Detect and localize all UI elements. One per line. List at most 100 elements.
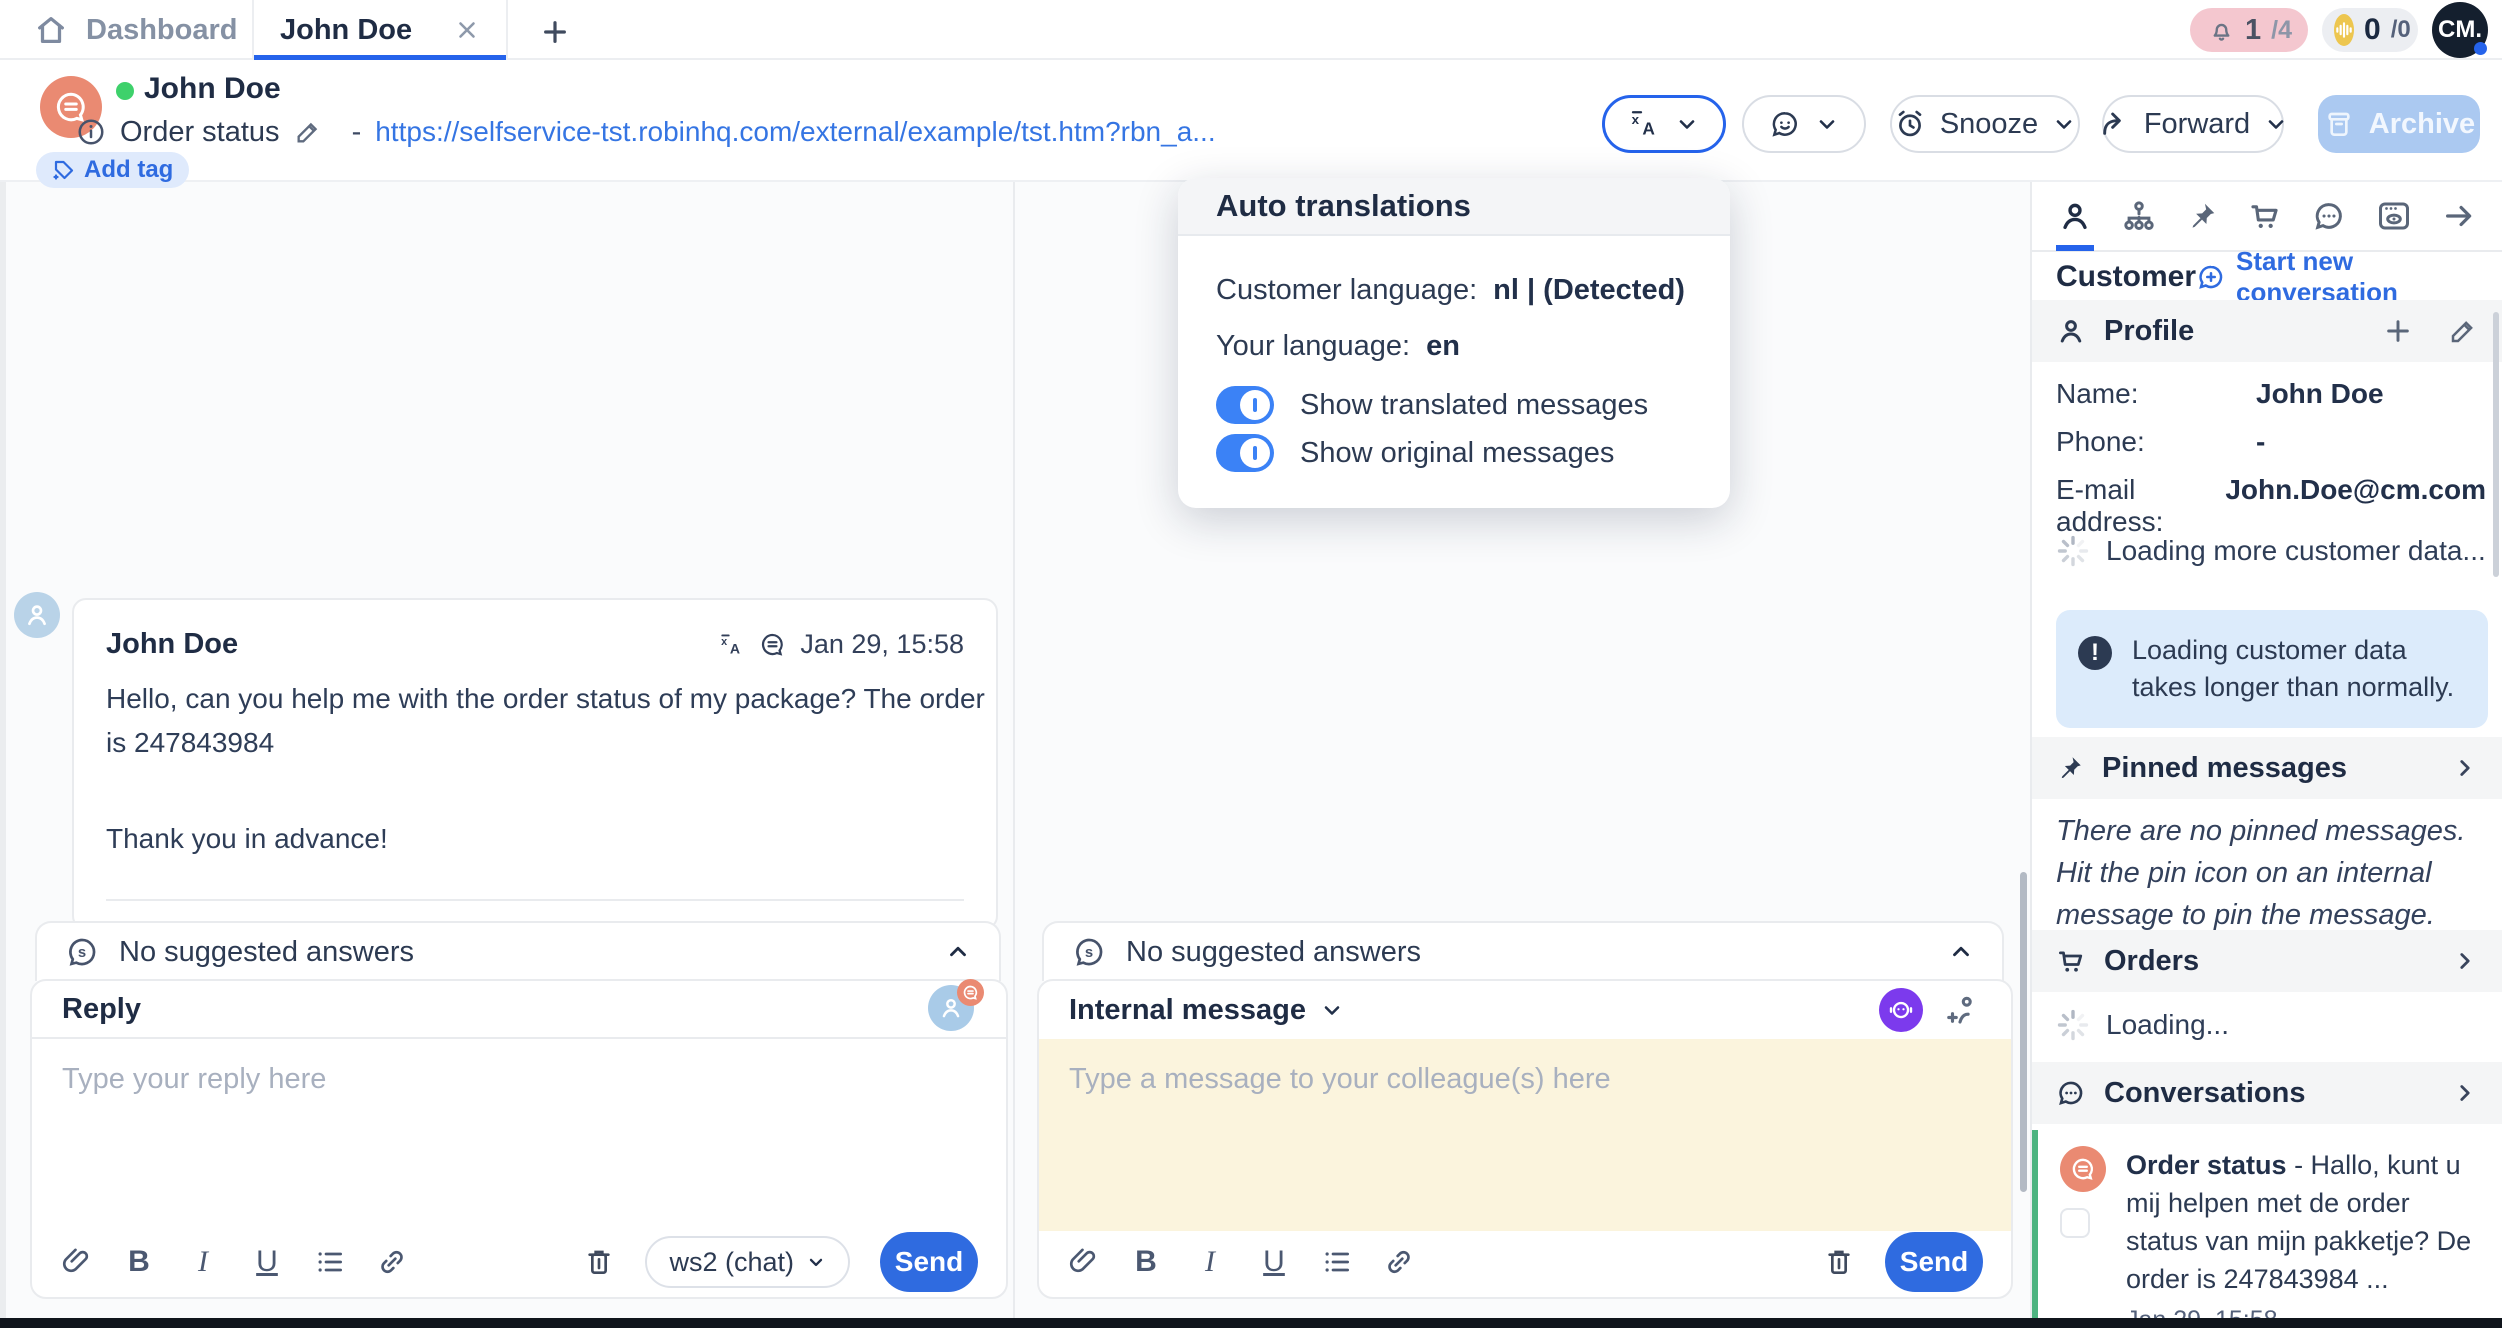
show-translated-toggle-row: Show translated messages <box>1216 386 1648 424</box>
italic-icon[interactable]: I <box>186 1245 220 1279</box>
profile-field-row: Name: John Doe <box>2056 378 2486 410</box>
suggested-answers-label: No suggested answers <box>119 936 414 969</box>
home-icon <box>34 13 68 47</box>
underline-icon[interactable]: U <box>1257 1245 1291 1279</box>
edit-pencil-icon[interactable] <box>294 118 322 146</box>
add-tag-button[interactable]: Add tag <box>36 152 189 188</box>
italic-icon[interactable]: I <box>1193 1245 1227 1279</box>
suggestions-icon: s <box>1072 935 1106 969</box>
tab-customer-profile[interactable] <box>2056 182 2094 251</box>
conversation-timestamp: Jan 29, 15:58 <box>2126 1306 2486 1318</box>
conversation-item-avatar <box>2060 1146 2106 1192</box>
new-tab-button[interactable] <box>535 12 575 52</box>
reply-panel: Reply B I U <box>30 979 1008 1299</box>
conversations-header[interactable]: Conversations <box>2032 1062 2502 1124</box>
add-colleague-icon[interactable] <box>1945 992 1981 1028</box>
conversation-list-item[interactable]: Order status - Hallo, kunt u mij helpen … <box>2032 1130 2502 1318</box>
suggested-answers-bar[interactable]: s No suggested answers <box>1042 921 2004 981</box>
attachment-icon[interactable] <box>60 1246 92 1278</box>
list-icon[interactable] <box>314 1246 346 1278</box>
conversations-title: Conversations <box>2104 1077 2305 1110</box>
person-icon <box>2056 316 2086 346</box>
tab-conversations-icon[interactable] <box>2310 182 2348 251</box>
customer-name: John Doe <box>144 72 281 106</box>
start-new-conversation-link[interactable]: Start new conversation <box>2196 246 2478 308</box>
tab-pinned-icon[interactable] <box>2184 182 2220 251</box>
discard-trash-icon[interactable] <box>583 1246 615 1278</box>
reply-title: Reply <box>62 993 141 1026</box>
chevron-down-icon <box>1815 112 1839 136</box>
show-original-label: Show original messages <box>1300 437 1614 470</box>
tab-john-doe[interactable]: John Doe <box>252 0 508 60</box>
reply-input[interactable] <box>32 1039 1006 1231</box>
chevron-up-icon[interactable] <box>1948 939 1974 965</box>
internal-message-input[interactable] <box>1039 1039 2011 1231</box>
chevron-down-icon[interactable] <box>1320 998 1344 1022</box>
notifications-badge[interactable]: 1/4 <box>2190 8 2308 52</box>
send-internal-button[interactable]: Send <box>1885 1232 1983 1292</box>
edit-profile-pencil-icon[interactable] <box>2448 315 2478 347</box>
archive-button[interactable]: Archive <box>2318 95 2480 153</box>
chevron-down-icon <box>1675 112 1699 136</box>
field-label: Name: <box>2056 378 2256 410</box>
conversation-checkbox[interactable] <box>2060 1208 2090 1238</box>
forward-arrow-icon <box>2098 108 2130 140</box>
auto-translations-popup: Auto translations Customer language: nl … <box>1178 178 1730 508</box>
left-edge-strip <box>0 182 6 1318</box>
suggested-answers-label: No suggested answers <box>1126 936 1421 969</box>
bold-icon[interactable]: B <box>122 1245 156 1279</box>
orders-loading-row: Loading... <box>2056 1008 2229 1042</box>
discard-trash-icon[interactable] <box>1823 1246 1855 1278</box>
chevron-down-icon <box>2052 112 2076 136</box>
field-value: John Doe <box>2256 378 2384 410</box>
tab-pages-icon[interactable] <box>2374 182 2414 251</box>
column-divider <box>1013 182 1015 1318</box>
suggested-answers-bar[interactable]: s No suggested answers <box>35 921 1001 981</box>
dashboard-label: Dashboard <box>86 14 237 47</box>
sidebar-scrollbar-thumb[interactable] <box>2493 312 2499 577</box>
orders-loading-text: Loading... <box>2106 1009 2229 1041</box>
loading-warning-text: Loading customer data takes longer than … <box>2132 632 2466 706</box>
translate-button[interactable]: xA <box>1602 95 1726 153</box>
channel-selector[interactable]: ws2 (chat) <box>645 1236 850 1288</box>
scrollbar-thumb[interactable] <box>2020 872 2027 1192</box>
voice-badge[interactable]: 0/0 <box>2322 8 2418 52</box>
orders-header[interactable]: Orders <box>2032 930 2502 992</box>
pinned-messages-header[interactable]: Pinned messages <box>2032 737 2502 799</box>
list-icon[interactable] <box>1321 1246 1353 1278</box>
reply-recipient-avatar <box>928 985 976 1033</box>
info-icon[interactable] <box>76 117 106 147</box>
profile-field-row: E-mail address: John.Doe@cm.com <box>2056 474 2486 538</box>
forward-button[interactable]: Forward <box>2102 95 2284 153</box>
close-icon[interactable] <box>454 17 480 43</box>
underline-icon[interactable]: U <box>250 1245 284 1279</box>
ai-bot-icon[interactable] <box>1879 988 1923 1032</box>
link-icon[interactable] <box>376 1246 408 1278</box>
send-reply-button[interactable]: Send <box>880 1232 978 1292</box>
chat-assist-icon <box>1769 108 1801 140</box>
snooze-button[interactable]: Snooze <box>1890 95 2080 153</box>
add-profile-field-icon[interactable] <box>2382 315 2414 347</box>
tab-organization-icon[interactable] <box>2120 182 2158 251</box>
voice-current: 0 <box>2364 13 2381 47</box>
internal-message-title: Internal message <box>1069 994 1306 1027</box>
chat-assist-button[interactable] <box>1742 95 1866 153</box>
show-translated-toggle[interactable] <box>1216 386 1274 424</box>
bold-icon[interactable]: B <box>1129 1245 1163 1279</box>
customer-language-value: nl | (Detected) <box>1493 274 1685 307</box>
profile-field-row: Phone: - <box>2056 426 2486 458</box>
tab-orders-icon[interactable] <box>2246 182 2284 251</box>
channel-badge-icon <box>957 979 984 1006</box>
collapse-sidebar-arrow-icon[interactable] <box>2440 182 2478 251</box>
conversation-url-link[interactable]: https://selfservice-tst.robinhq.com/exte… <box>375 116 1215 148</box>
link-icon[interactable] <box>1383 1246 1415 1278</box>
chevron-up-icon[interactable] <box>945 939 971 965</box>
show-original-toggle[interactable] <box>1216 434 1274 472</box>
voice-total: /0 <box>2391 16 2411 44</box>
attachment-icon[interactable] <box>1067 1246 1099 1278</box>
user-avatar[interactable]: CM. <box>2432 2 2488 58</box>
popup-title: Auto translations <box>1216 188 1471 224</box>
internal-message-panel: Internal message B I U <box>1037 979 2013 1299</box>
spinner-icon <box>2056 534 2090 568</box>
pinned-empty-text: There are no pinned messages. Hit the pi… <box>2056 810 2486 936</box>
